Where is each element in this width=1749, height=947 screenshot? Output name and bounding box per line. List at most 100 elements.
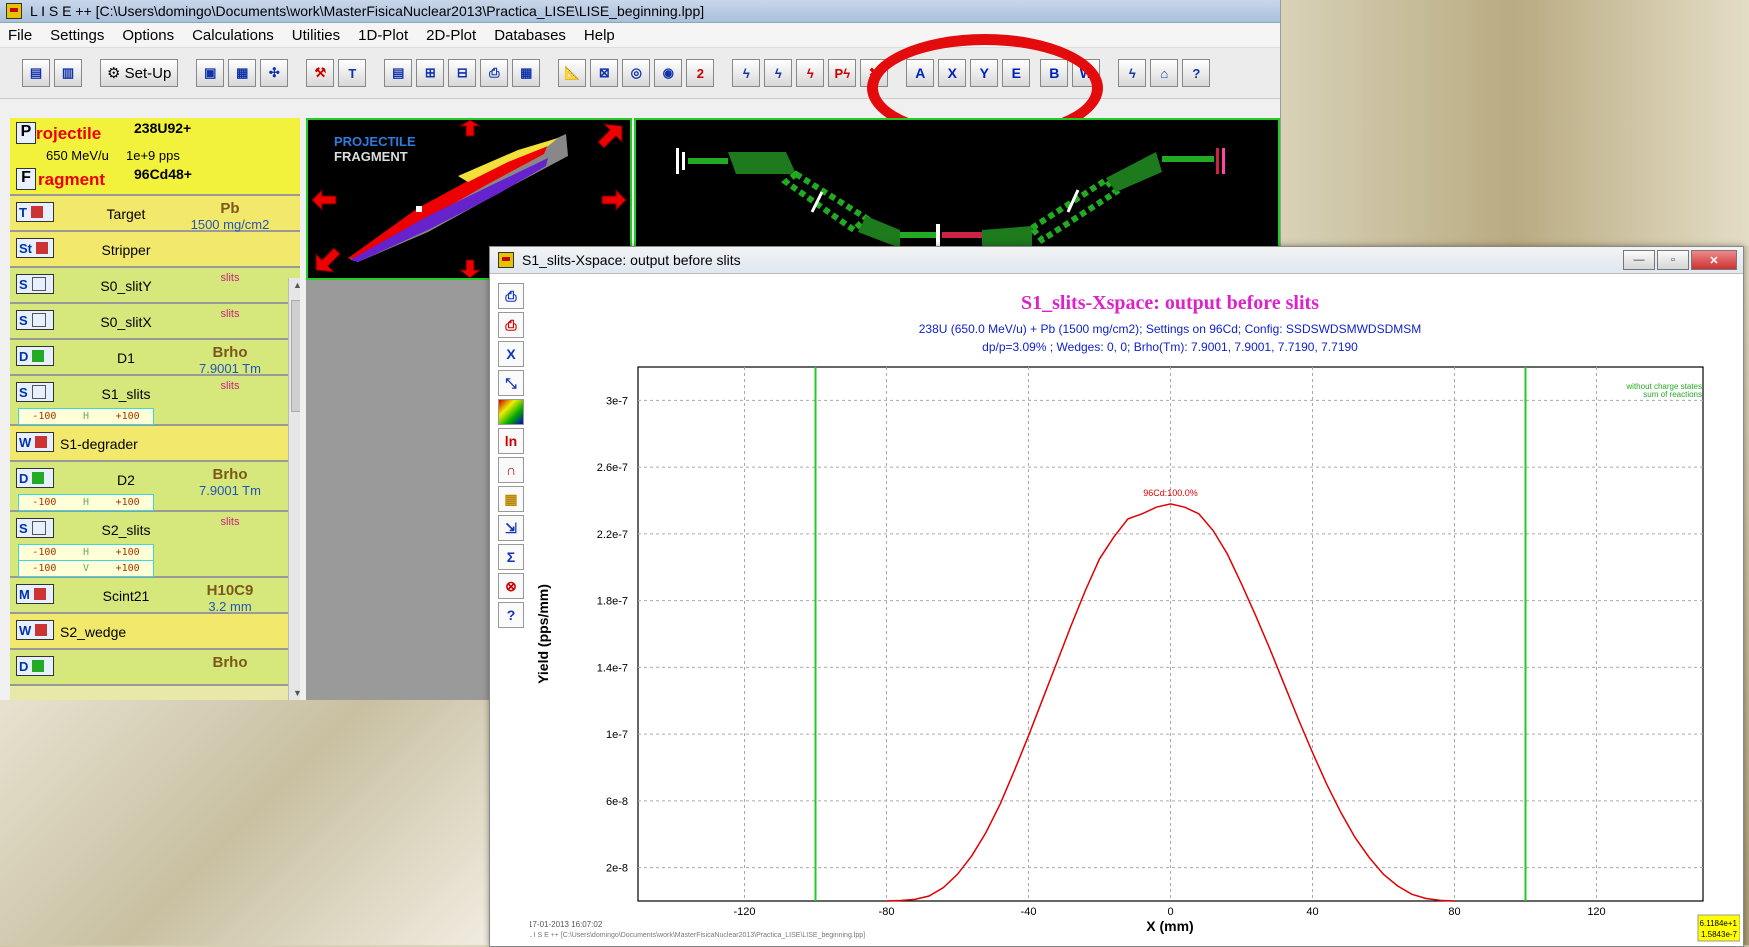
settings-grid-icon[interactable]: ▦ (498, 486, 524, 512)
block-s2-wedge[interactable]: W S2_wedge (10, 614, 300, 650)
slit-range-h[interactable]: -100 H +100 (18, 544, 154, 561)
menu-1d-plot[interactable]: 1D-Plot (358, 27, 408, 44)
menu-settings[interactable]: Settings (50, 27, 104, 44)
spectrometer-icon[interactable]: ▣ (196, 59, 225, 87)
projectile-beam: 238U92+ (134, 120, 192, 136)
dipole-1 (728, 152, 796, 174)
block-s1-slits[interactable]: S S1_slits slits -100 H +100 (10, 376, 300, 426)
block-subvalue: 7.9001 Tm (199, 483, 261, 498)
open-file-icon[interactable]: ▤ (22, 59, 50, 87)
hammer-icon[interactable]: ⚒ (306, 59, 335, 87)
zoom-icon[interactable]: ⤡ (498, 370, 524, 396)
scroll-up-icon[interactable]: ▲ (293, 280, 300, 290)
plot-a-button[interactable]: A (906, 59, 935, 87)
y-tick-label: 6e-8 (606, 796, 628, 808)
maximize-button[interactable]: ▫ (1657, 250, 1689, 270)
scroll-down-icon[interactable]: ▼ (293, 688, 300, 698)
statistics-icon[interactable]: Σ (498, 544, 524, 570)
x-axis-icon[interactable]: X (498, 341, 524, 367)
transmission-icon[interactable]: ⊞ (416, 59, 445, 87)
projectile-fragment-block[interactable]: P rojectile 238U92+ 650 MeV/u 1e+9 pps F… (10, 118, 300, 196)
scrollbar-thumb[interactable] (291, 300, 300, 412)
lightning-1-icon[interactable]: ϟ (732, 59, 761, 87)
menu-calculations[interactable]: Calculations (192, 27, 274, 44)
physics-icon[interactable]: ▤ (384, 59, 413, 87)
close-button[interactable]: ✕ (1691, 250, 1737, 270)
lightning-3-icon[interactable]: ϟ (1118, 59, 1147, 87)
curve-icon[interactable]: ∩ (498, 457, 524, 483)
block-type-icon: T (16, 202, 54, 222)
block-next[interactable]: D Brho (10, 650, 300, 686)
menu-utilities[interactable]: Utilities (292, 27, 340, 44)
calculator-icon[interactable]: ▦ (512, 59, 541, 87)
tool-t-icon[interactable]: T (338, 59, 367, 87)
beamline-segment-4 (942, 232, 982, 238)
plot-b-button[interactable]: B (1040, 59, 1069, 87)
printer-icon[interactable]: ⎙ (480, 59, 509, 87)
block-s0-slitx[interactable]: S S0_slitX slits (10, 304, 300, 340)
legend-note-2: sum of reactions (1643, 390, 1702, 399)
block-s2-slits[interactable]: S S2_slits slits -100 H +100 -100 V +100 (10, 512, 300, 578)
print-icon[interactable]: ⎙ (498, 283, 524, 309)
x-tick-label: -120 (733, 906, 755, 918)
slit-range-h[interactable]: -100 H +100 (18, 408, 154, 425)
arrow-down-left-icon[interactable] (315, 247, 341, 273)
block-d2[interactable]: D D2 Brho 7.9001 Tm -100 H +100 (10, 462, 300, 512)
menu-help[interactable]: Help (584, 27, 615, 44)
print-color-icon[interactable]: ⎙ (498, 312, 524, 338)
plot-y-button[interactable]: Y (970, 59, 999, 87)
home-icon[interactable]: ⌂ (1150, 59, 1179, 87)
block-name: Scint21 (102, 588, 150, 604)
menu-databases[interactable]: Databases (494, 27, 566, 44)
plot-w-button[interactable]: W (1072, 59, 1101, 87)
arrow-left-icon[interactable] (311, 188, 337, 212)
number-2-icon[interactable]: 2 (686, 59, 715, 87)
minimize-button[interactable]: — (1623, 250, 1655, 270)
block-marker-icon (31, 277, 46, 291)
block-scint21[interactable]: M Scint21 H10C9 3.2 mm (10, 578, 300, 614)
plot-window-icon (498, 252, 514, 268)
menu-options[interactable]: Options (122, 27, 174, 44)
pf-marker (416, 206, 422, 212)
beamline-segment-3 (900, 232, 936, 238)
slit-range-h[interactable]: -100 H +100 (18, 494, 154, 511)
ruler-icon[interactable]: 📐 (558, 59, 587, 87)
block-target[interactable]: T Target Pb 1500 mg/cm2 (10, 196, 300, 232)
plot-e-button[interactable]: E (1002, 59, 1031, 87)
lightning-p-icon[interactable]: Pϟ (828, 59, 857, 87)
arrow-up-icon[interactable] (458, 119, 482, 137)
target-circle-icon[interactable]: ◎ (622, 59, 651, 87)
block-d1[interactable]: D D1 Brho 7.9001 Tm (10, 340, 300, 376)
circle-2-icon[interactable]: ◉ (654, 59, 683, 87)
lightning-red-icon[interactable]: ϟ (796, 59, 825, 87)
save-file-icon[interactable]: ▥ (54, 59, 82, 87)
optics-icon[interactable]: ✣ (260, 59, 289, 87)
no-fit-icon[interactable]: ⊗ (498, 573, 524, 599)
log-scale-icon[interactable]: ln (498, 428, 524, 454)
workspace-background (306, 280, 492, 700)
plot-help-icon[interactable]: ? (498, 602, 524, 628)
menu-2d-plot[interactable]: 2D-Plot (426, 27, 476, 44)
charge-states-icon[interactable]: ⊟ (448, 59, 477, 87)
edit-block-icon[interactable]: ▦ (228, 59, 257, 87)
palette-icon[interactable] (498, 399, 524, 425)
block-s0-slity[interactable]: S S0_slitY slits (10, 268, 300, 304)
stop-icon[interactable]: ✖ (860, 59, 889, 87)
lightning-2-icon[interactable]: ϟ (764, 59, 793, 87)
footer-value-2: 1.5843e-7 (1701, 930, 1738, 939)
plot-x-button[interactable]: X (938, 59, 967, 87)
block-stripper[interactable]: St Stripper (10, 232, 300, 268)
arrow-right-icon[interactable] (601, 188, 627, 212)
slit-range-v[interactable]: -100 V +100 (18, 560, 154, 577)
setup-button[interactable]: ⚙ Set-Up (100, 59, 179, 87)
arrow-up-right-icon[interactable] (597, 123, 623, 149)
arrow-down-icon[interactable] (458, 259, 482, 279)
menu-file[interactable]: File (8, 27, 32, 44)
fragment-nucleus: 96Cd48+ (134, 166, 192, 182)
export-icon[interactable]: ⇲ (498, 515, 524, 541)
help-button[interactable]: ? (1182, 59, 1211, 87)
beam-shape-icon[interactable]: ⊠ (590, 59, 619, 87)
block-s1-degrader[interactable]: W S1-degrader (10, 426, 300, 462)
block-marker-icon (30, 206, 43, 218)
block-list-scrollbar[interactable]: ▲ ▼ (288, 278, 300, 700)
